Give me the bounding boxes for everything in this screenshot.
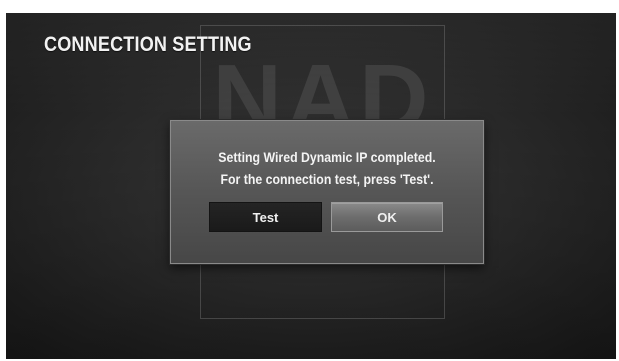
tv-screen: CONNECTION SETTING NAD Setting Wired Dyn… [6, 13, 616, 359]
page-title: CONNECTION SETTING [44, 33, 252, 56]
dialog-message-line1: Setting Wired Dynamic IP completed. [218, 149, 436, 165]
connection-dialog: Setting Wired Dynamic IP completed. For … [170, 120, 484, 264]
test-button[interactable]: Test [209, 202, 322, 232]
dialog-message-line2: For the connection test, press 'Test'. [220, 171, 434, 187]
ok-button[interactable]: OK [331, 202, 443, 232]
